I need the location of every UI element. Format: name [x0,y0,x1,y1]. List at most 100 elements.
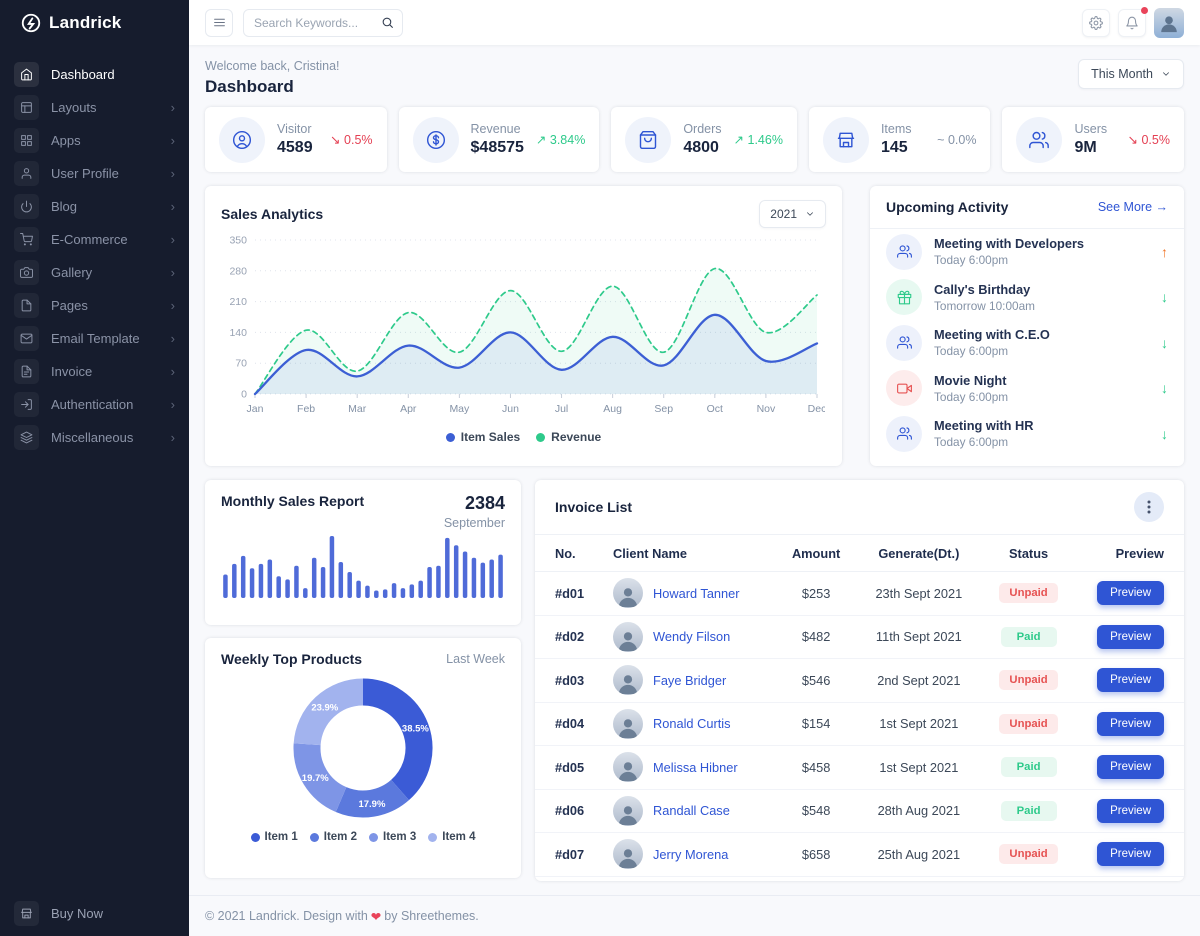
client-avatar [613,578,643,608]
products-donut-chart: 38.5%17.9%19.7%23.9% [284,669,442,827]
svg-text:Feb: Feb [297,403,315,415]
login-icon [14,392,39,417]
activity-item[interactable]: Movie NightToday 6:00pm ↓ [870,366,1184,412]
preview-button[interactable]: Preview [1097,842,1164,866]
sidebar-item-blog[interactable]: Blog › [0,190,189,223]
sales-line-chart: 070140210280350JanFebMarAprMayJunJulAugS… [221,228,825,428]
legend-dot-item4 [428,833,437,842]
buy-now-button[interactable]: Buy Now [14,901,103,926]
user-icon [14,161,39,186]
chevron-right-icon: › [171,430,175,445]
power-icon [14,194,39,219]
landrick-logo-icon [20,12,42,34]
preview-button[interactable]: Preview [1097,625,1164,649]
svg-text:19.7%: 19.7% [302,773,329,784]
trend-up-icon: ↗ [734,133,744,147]
sidebar-item-email-template[interactable]: Email Template › [0,322,189,355]
stat-card-revenue: Revenue$48575 ↗ 3.84% [399,107,600,172]
menu-toggle-button[interactable] [205,9,233,37]
stat-delta: ↘ 0.5% [330,132,372,147]
chevron-right-icon: › [171,100,175,115]
bell-icon [1125,16,1139,30]
client-name-link[interactable]: Wendy Filson [653,629,730,644]
footer: © 2021 Landrick. Design with ❤ by Shreet… [189,895,1200,936]
sidebar-item-ecommerce[interactable]: E-Commerce › [0,223,189,256]
stat-card-items: Items145 ~ 0.0% [809,107,991,172]
activity-item[interactable]: Meeting with DevelopersToday 6:00pm ↑ [870,229,1184,275]
table-row: #d07 Jerry Morena $658 25th Aug 2021 Unp… [535,833,1184,877]
file-text-icon [14,359,39,384]
svg-text:Nov: Nov [757,403,776,415]
year-select[interactable]: 2021 [759,200,826,228]
stat-delta: ↗ 3.84% [536,132,585,147]
notifications-button[interactable] [1118,9,1146,37]
svg-text:Apr: Apr [400,403,417,415]
svg-text:Aug: Aug [603,403,622,415]
svg-text:23.9%: 23.9% [311,703,338,714]
client-name-link[interactable]: Faye Bridger [653,673,726,688]
file-icon [14,293,39,318]
dashboard-content: Welcome back, Cristina! Dashboard This M… [189,45,1200,895]
client-name-link[interactable]: Jerry Morena [653,847,728,862]
grid-icon [14,128,39,153]
preview-button[interactable]: Preview [1097,799,1164,823]
client-name-link[interactable]: Melissa Hibner [653,760,738,775]
preview-button[interactable]: Preview [1097,755,1164,779]
activity-item[interactable]: Meeting with HRToday 6:00pm ↓ [870,411,1184,457]
sidebar-item-apps[interactable]: Apps › [0,124,189,157]
sales-analytics-card: Sales Analytics 2021 070140210280350JanF… [205,186,842,466]
sidebar-item-miscellaneous[interactable]: Miscellaneous › [0,421,189,454]
monthly-sales-report-card: Monthly Sales Report 2384 September [205,480,521,625]
sidebar-item-dashboard[interactable]: Dashboard [0,58,189,91]
client-name-link[interactable]: Ronald Curtis [653,716,731,731]
search-icon[interactable] [381,16,394,29]
main-area: Welcome back, Cristina! Dashboard This M… [189,0,1200,936]
client-name-link[interactable]: Randall Case [653,803,730,818]
sidebar-item-user-profile[interactable]: User Profile › [0,157,189,190]
preview-button[interactable]: Preview [1097,668,1164,692]
sidebar-item-pages[interactable]: Pages › [0,289,189,322]
stat-card-orders: Orders4800 ↗ 1.46% [611,107,797,172]
trend-flat-icon: ~ [937,133,944,147]
svg-text:Jan: Jan [247,403,264,415]
store-icon [823,117,869,163]
invoice-table: No. Client Name Amount Generate(Dt.) Sta… [535,534,1184,881]
avatar-person-icon [1158,12,1180,34]
sidebar-item-invoice[interactable]: Invoice › [0,355,189,388]
table-row: #d01 Howard Tanner $253 23th Sept 2021 U… [535,572,1184,616]
invoice-menu-button[interactable] [1134,492,1164,522]
svg-text:Jun: Jun [502,403,519,415]
monthly-report-title: Monthly Sales Report [221,493,364,509]
client-name-link[interactable]: Howard Tanner [653,586,740,601]
sidebar-item-gallery[interactable]: Gallery › [0,256,189,289]
sales-analytics-title: Sales Analytics [221,206,323,222]
preview-button[interactable]: Preview [1097,581,1164,605]
stat-delta: ↘ 0.5% [1128,132,1170,147]
legend-dot-item3 [369,833,378,842]
client-avatar [613,796,643,826]
legend-dot-item1 [251,833,260,842]
chevron-right-icon: › [171,397,175,412]
users-icon [1016,117,1062,163]
settings-button[interactable] [1082,9,1110,37]
svg-text:38.5%: 38.5% [402,724,429,735]
trend-down-arrow: ↓ [1161,426,1168,442]
user-avatar[interactable] [1154,8,1184,38]
table-header-row: No. Client Name Amount Generate(Dt.) Sta… [535,534,1184,572]
activity-item[interactable]: Meeting with C.E.OToday 6:00pm ↓ [870,320,1184,366]
stat-card-visitor: Visitor4589 ↘ 0.5% [205,107,387,172]
search-input[interactable] [254,16,375,30]
svg-text:Oct: Oct [707,403,723,415]
status-badge: Unpaid [999,714,1057,734]
preview-button[interactable]: Preview [1097,712,1164,736]
period-select[interactable]: This Month [1078,59,1184,89]
activity-item[interactable]: Cally's BirthdayTomorrow 10:00am ↓ [870,275,1184,321]
notification-dot [1141,7,1148,14]
sidebar-item-layouts[interactable]: Layouts › [0,91,189,124]
sidebar-item-authentication[interactable]: Authentication › [0,388,189,421]
see-more-link[interactable]: See More → [1098,200,1168,214]
table-row: #d06 Randall Case $548 28th Aug 2021 Pai… [535,790,1184,834]
logo[interactable]: Landrick [0,0,189,46]
client-avatar [613,709,643,739]
sales-chart-legend: Item Sales Revenue [221,430,826,444]
